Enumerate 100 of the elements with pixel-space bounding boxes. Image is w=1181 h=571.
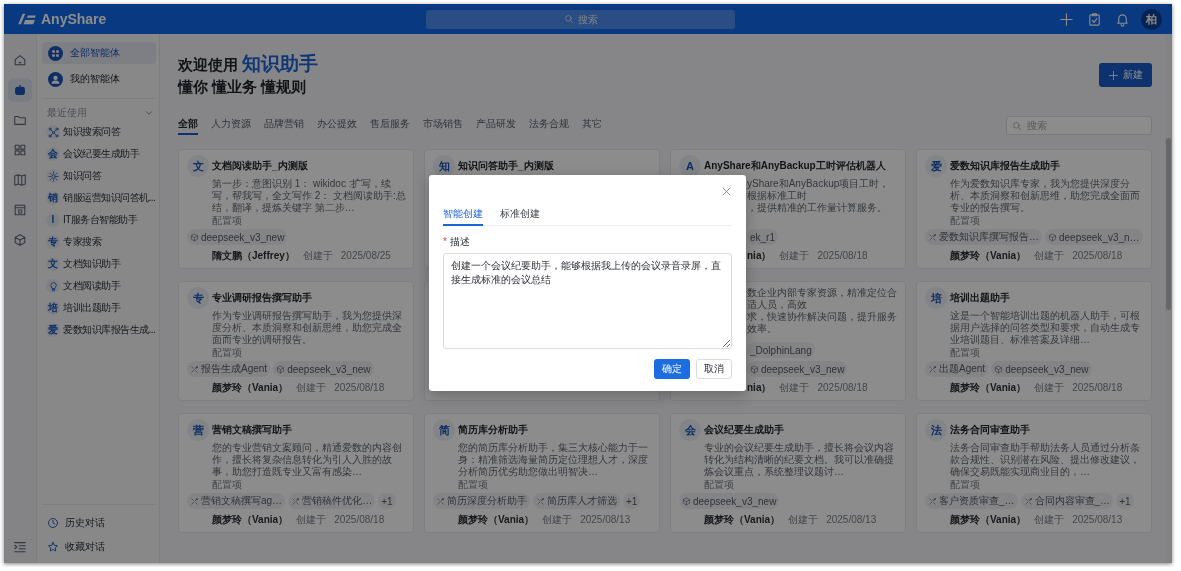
- created-date: 2025/08/18: [817, 249, 868, 262]
- author-name: nia）: [747, 249, 772, 262]
- agent-card[interactable]: 法 法务合同审查助手 法务合同审查助手帮助法务人员通过分析条款合规性、识别潜在风险、提出修改建议，确保交易既能实现商业目的，… 配置项 客户资质审查_… 合同内容审查_… +1 颜梦玲（Vania） 创建于 2025/08/13: [916, 413, 1152, 533]
- category-tab[interactable]: 全部: [178, 115, 198, 135]
- sidebar-item[interactable]: 文档阅读助手: [42, 275, 156, 297]
- scroll-thumb[interactable]: [1166, 138, 1171, 310]
- cube-icon: [276, 364, 286, 374]
- cube-icon: [13, 233, 27, 247]
- layout-icon: [13, 203, 27, 217]
- config-tag: 报告生成Agent: [187, 361, 271, 377]
- card-title: 专业调研报告撰写助手: [212, 291, 312, 305]
- created-label: 创建于: [302, 249, 333, 262]
- config-tag: 客户资质审查_…: [925, 493, 1018, 509]
- agent-avatar: 营: [187, 419, 209, 441]
- agent-avatar: 知: [433, 155, 455, 177]
- card-title: 法务合同审查助手: [950, 423, 1030, 437]
- agent-avatar: 销: [48, 193, 58, 203]
- agent-card[interactable]: 专 专业调研报告撰写助手 作为专业调研报告撰写助手，我为您提供深度分析、本质洞察和创新思维，助您完成全面而专业的调研报告。 配置项 报告生成Agent deepseek_v3_new 颜梦玲（Vania） 创建于 2025/08/18: [178, 281, 414, 401]
- category-tab[interactable]: 人力资源: [211, 115, 251, 135]
- category-tab[interactable]: 其它: [582, 115, 602, 135]
- user-avatar[interactable]: 柏: [1141, 8, 1162, 30]
- category-tab[interactable]: 售后服务: [370, 115, 410, 135]
- sidebar-item[interactable]: 专 专家搜索: [42, 231, 156, 253]
- dialog-tab[interactable]: 标准创建: [500, 204, 540, 226]
- agent-card[interactable]: 营 营销文稿撰写助手 您的专业营销文案顾问，精通爱数的内容创作，擅长将复杂信息转化为引人入胜的故事，助您打造既专业又富有感染… 配置项 营销文稿撰写ag… 营销稿件优化… +1 颜梦玲（Vania） 创建于 2025/08/18: [178, 413, 414, 533]
- config-tag: +1: [623, 493, 641, 509]
- agent-card[interactable]: 爱 爱数知识库报告生成助手 作为爱数知识库专家，我为您提供深度分析、本质洞察和创新思维，助您完成全面而专业的报告撰写。 配置项 爱数知识库撰写报告… deepseek_v3_n… 颜梦玲（Vania） 创建于 2025/08/18: [916, 149, 1152, 269]
- config-tag: 合同内容审查_…: [1020, 493, 1114, 509]
- agent-avatar: 文: [48, 259, 58, 269]
- card-title: 营销文稿撰写助手: [212, 423, 292, 437]
- sidebar-item[interactable]: I IT服务台智能助手: [42, 209, 156, 231]
- config-label: 配置项: [950, 347, 981, 359]
- sidebar-item[interactable]: 爱 爱数知识库报告生成...: [42, 319, 156, 341]
- description-field[interactable]: 创建一个会议纪要助手，能够根据我上传的会议录音录屏，直接生成标准的会议总结: [443, 253, 732, 349]
- sidebar-item[interactable]: 知识问答: [42, 165, 156, 187]
- sidebar-item[interactable]: 历史对话: [42, 511, 156, 535]
- agent-avatar: 爱: [925, 155, 947, 177]
- cube-icon: [682, 496, 691, 506]
- add-button[interactable]: [1057, 10, 1075, 28]
- map-icon: [13, 173, 27, 187]
- close-icon: [721, 186, 732, 197]
- config-label: 配置项: [212, 215, 243, 227]
- created-date: 2025/08/18: [1072, 249, 1123, 262]
- user-icon: [48, 71, 63, 87]
- config-label: 配置项: [458, 479, 489, 491]
- sidebar-item[interactable]: 我的智能体: [42, 68, 156, 90]
- config-label: 配置项: [950, 215, 981, 227]
- sidebar-item[interactable]: 培 培训出题助手: [42, 297, 156, 319]
- sidebar-item[interactable]: 收藏对话: [42, 535, 156, 559]
- config-tag: +1: [1116, 493, 1134, 509]
- sidebar-item[interactable]: 知识搜索问答: [42, 121, 156, 143]
- card-description: 法务合同审查助手帮助法务人员通过分析条款合规性、识别潜在风险、提出修改建议，确保交易既能实现商业目的，…: [950, 442, 1141, 478]
- app-name: AnyShare: [41, 11, 107, 27]
- config-label: 配置项: [704, 479, 735, 491]
- author-name: 颜梦玲（Vania）: [950, 513, 1027, 526]
- tool-icon: [291, 496, 301, 506]
- category-tab[interactable]: 品牌营销: [264, 115, 304, 135]
- card-description: 您的专业营销文案顾问，精通爱数的内容创作，擅长将复杂信息转化为引人入胜的故事，助您打造既专业又富有感染…: [212, 442, 403, 478]
- author-name: 颜梦玲（Vania）: [458, 513, 535, 526]
- config-label: 配置项: [950, 479, 981, 491]
- agent-avatar: 专: [48, 237, 58, 247]
- tool-icon: [1023, 496, 1033, 506]
- agent-avatar: I: [51, 215, 55, 225]
- category-tab[interactable]: 市场销售: [423, 115, 463, 135]
- card-description: 求，快速协作解决问题，提升服务效率。: [747, 311, 898, 335]
- agent-avatar: 会: [48, 149, 58, 159]
- new-button[interactable]: 新建: [1099, 63, 1152, 87]
- config-tag: 营销稿件优化…: [288, 493, 376, 509]
- agent-avatar: 法: [925, 419, 947, 441]
- nav-button[interactable]: [8, 78, 32, 102]
- category-tab[interactable]: 法务合规: [529, 115, 569, 135]
- config-tag: deepseek_v3_new: [679, 493, 780, 509]
- bell-icon: [1114, 11, 1130, 27]
- sidebar-item[interactable]: 文 文档知识助手: [42, 253, 156, 275]
- card-description: ，提供精准的工作量计算服务。: [747, 202, 888, 214]
- tool-icon: [536, 496, 545, 506]
- close-button[interactable]: [721, 186, 732, 197]
- category-tab[interactable]: 产品研发: [476, 115, 516, 135]
- cancel-button[interactable]: 取消: [696, 359, 732, 379]
- created-label: 创建于: [788, 513, 819, 526]
- created-date: 2025/08/13: [580, 513, 631, 526]
- card-title: 文档阅读助手_内测版: [212, 159, 308, 173]
- category-tab[interactable]: 办公提效: [317, 115, 357, 135]
- config-tag: 营销文稿撰写ag…: [187, 493, 286, 509]
- agent-card[interactable]: 会 会议纪要生成助手 专业的会议纪要生成助手，擅长将会议内容转化为结构清晰的纪要文档。我可以准确提炼会议重点，系统整理议题讨… 配置项 deepseek_v3_new 颜梦玲（Vania） 创建于 2025/08/13: [670, 413, 906, 533]
- confirm-button[interactable]: 确定: [654, 359, 690, 379]
- author-name: nia）: [747, 381, 772, 394]
- config-tag: 简历库人才筛选: [533, 493, 620, 509]
- author-name: 颜梦玲（Vania）: [704, 513, 781, 526]
- author-name: 隋文鹏（Jeffrey）: [212, 249, 295, 262]
- sidebar-item[interactable]: 销 销服运营知识问答机...: [42, 187, 156, 209]
- agent-avatar: 文: [187, 155, 209, 177]
- config-tag: 爱数知识库撰写报告…: [925, 229, 1042, 245]
- author-name: 颜梦玲（Vania）: [212, 381, 289, 394]
- sidebar-item[interactable]: 会 会议纪要生成助手: [42, 143, 156, 165]
- dialog-tab[interactable]: 智能创建: [443, 204, 483, 226]
- created-date: 2025/08/13: [826, 513, 877, 526]
- sidebar-item[interactable]: 全部智能体: [42, 42, 156, 64]
- tool-icon: [436, 496, 445, 506]
- author-name: 颜梦玲（Vania）: [950, 381, 1027, 394]
